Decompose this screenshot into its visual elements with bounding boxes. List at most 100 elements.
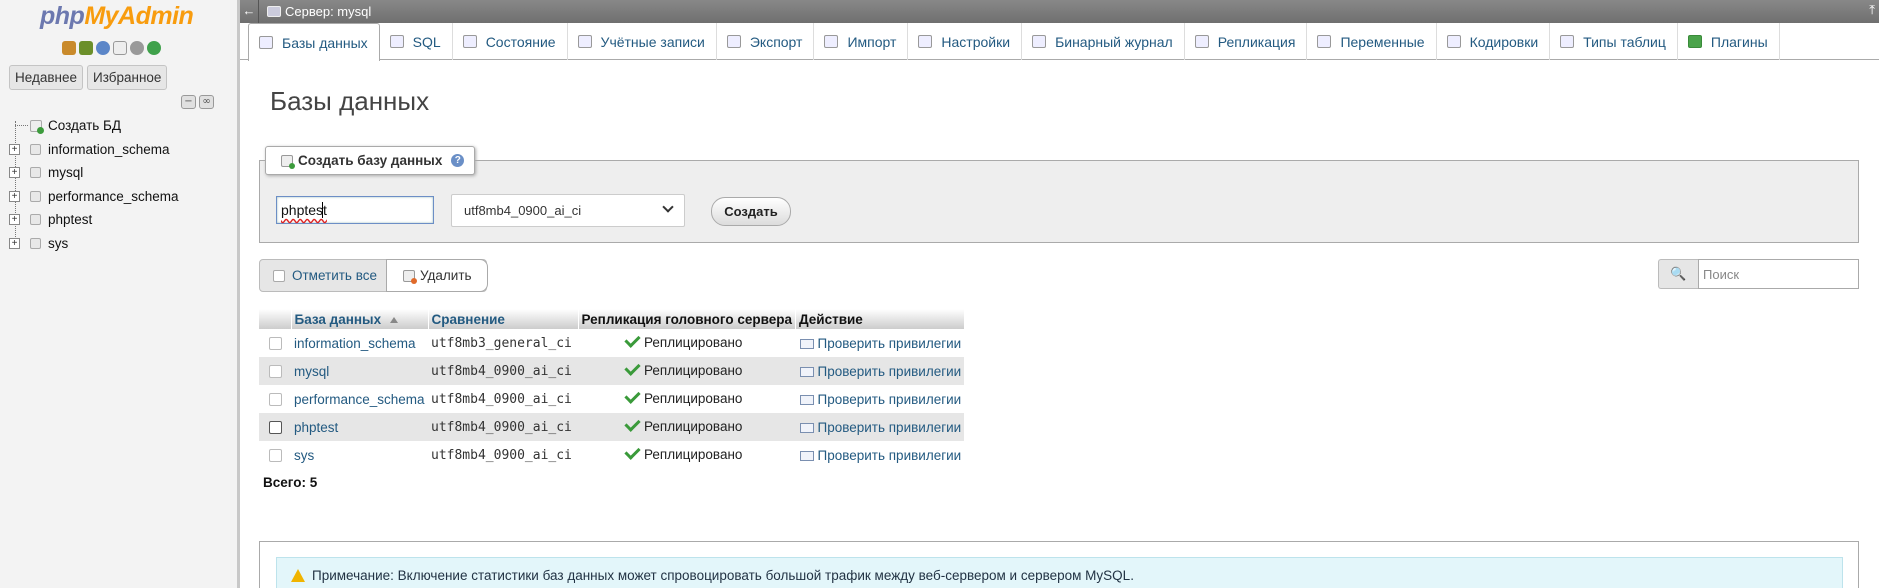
- settings-icon[interactable]: [130, 41, 144, 55]
- tab-export[interactable]: Экспорт: [717, 23, 815, 60]
- select-all-checkbox[interactable]: [273, 269, 285, 282]
- database-link[interactable]: phptest: [291, 413, 428, 441]
- collation-value: utf8mb4_0900_ai_ci: [464, 203, 582, 218]
- tab-label: Импорт: [847, 33, 897, 50]
- tab-import[interactable]: Импорт: [814, 23, 909, 60]
- row-checkbox[interactable]: [268, 337, 282, 351]
- phpmyadmin-logo[interactable]: phpMyAdmin: [40, 2, 194, 31]
- header-database[interactable]: База данных: [291, 309, 429, 329]
- back-arrow-icon[interactable]: ←: [240, 0, 259, 23]
- expand-icon[interactable]: +: [9, 143, 20, 155]
- tab-user-accounts[interactable]: Учётные записи: [568, 23, 717, 60]
- checkmark-icon: [624, 387, 641, 404]
- main-content: Базы данных Создать базу данных ? phptes…: [240, 61, 1879, 588]
- expand-icon[interactable]: +: [9, 237, 20, 249]
- tree-item-mysql[interactable]: + mysql: [0, 161, 236, 185]
- row-checkbox[interactable]: [268, 421, 282, 435]
- database-icon: [30, 167, 41, 179]
- variables-icon: [1317, 35, 1332, 48]
- tree-item-label[interactable]: mysql: [48, 165, 83, 180]
- checkmark-icon: [624, 331, 641, 348]
- delete-button[interactable]: Удалить: [386, 259, 488, 292]
- help-icon[interactable]: ?: [451, 154, 465, 167]
- statistics-notice: Примечание: Включение статистики баз дан…: [276, 557, 1843, 588]
- check-privileges-link[interactable]: Проверить привилегии: [795, 329, 965, 357]
- docs-icon[interactable]: [113, 41, 127, 55]
- privileges-icon: [800, 422, 815, 433]
- recent-button[interactable]: Недавнее: [9, 65, 83, 90]
- tab-replication[interactable]: Репликация: [1185, 23, 1308, 60]
- row-checkbox[interactable]: [268, 365, 282, 379]
- breadcrumb-server[interactable]: Сервер: mysql: [285, 4, 371, 19]
- row-checkbox-cell: [259, 357, 291, 385]
- database-link[interactable]: mysql: [291, 357, 428, 385]
- tab-settings[interactable]: Настройки: [908, 23, 1023, 60]
- table-row: mysql utf8mb4_0900_ai_ci Реплицировано П…: [259, 357, 965, 385]
- home-icon[interactable]: [62, 41, 76, 55]
- table-row: performance_schema utf8mb4_0900_ai_ci Ре…: [259, 385, 965, 413]
- tree-item-label[interactable]: phptest: [48, 212, 92, 227]
- new-database-icon: [30, 119, 44, 134]
- warning-icon: [291, 569, 305, 582]
- collation-select[interactable]: utf8mb4_0900_ai_ci: [451, 194, 685, 227]
- tree-item-sys[interactable]: + sys: [0, 232, 236, 256]
- collation-cell: utf8mb4_0900_ai_ci: [428, 385, 578, 413]
- tree-item-performance-schema[interactable]: + performance_schema: [0, 185, 236, 209]
- header-checkbox-column: [259, 309, 292, 329]
- tree-item-label[interactable]: information_schema: [48, 142, 170, 157]
- chevron-down-icon: [662, 201, 674, 213]
- database-link[interactable]: performance_schema: [291, 385, 428, 413]
- create-button[interactable]: Создать: [711, 197, 791, 226]
- tab-engines[interactable]: Типы таблиц: [1550, 23, 1678, 60]
- tab-databases[interactable]: Базы данных: [248, 23, 380, 61]
- tab-variables[interactable]: Переменные: [1307, 23, 1437, 60]
- header-label: База данных: [294, 311, 382, 327]
- search-icon[interactable]: 🔍: [1658, 259, 1698, 289]
- tab-plugins[interactable]: Плагины: [1678, 23, 1780, 60]
- tab-label: Учётные записи: [600, 33, 705, 50]
- favorites-button[interactable]: Избранное: [87, 65, 168, 90]
- expand-icon[interactable]: +: [9, 190, 20, 202]
- logout-icon[interactable]: [79, 41, 93, 55]
- check-privileges-link[interactable]: Проверить привилегии: [795, 385, 965, 413]
- database-link[interactable]: sys: [291, 441, 428, 469]
- replication-status: Реплицировано: [644, 391, 743, 407]
- collapse-top-icon[interactable]: ⤒: [1869, 2, 1875, 18]
- check-privileges-link[interactable]: Проверить привилегии: [795, 441, 965, 469]
- header-collation[interactable]: Сравнение: [428, 309, 579, 329]
- database-icon: [30, 143, 41, 155]
- expand-icon[interactable]: +: [9, 214, 20, 226]
- check-privileges-link[interactable]: Проверить привилегии: [795, 413, 965, 441]
- database-link[interactable]: information_schema: [291, 329, 428, 357]
- collapse-all-icon[interactable]: −: [181, 95, 196, 109]
- link-with-main-icon[interactable]: ∞: [199, 95, 214, 109]
- tree-item-information-schema[interactable]: + information_schema: [0, 138, 236, 162]
- checkmark-icon: [624, 443, 641, 460]
- expand-icon[interactable]: +: [9, 167, 20, 179]
- check-privileges-link[interactable]: Проверить привилегии: [795, 357, 965, 385]
- tree-item-create-db[interactable]: Создать БД: [0, 114, 236, 138]
- database-name-input[interactable]: phptest: [276, 196, 434, 224]
- search-input[interactable]: Поиск: [1698, 259, 1859, 289]
- tab-binary-log[interactable]: Бинарный журнал: [1022, 23, 1185, 60]
- database-icon: [30, 214, 41, 226]
- row-checkbox[interactable]: [268, 449, 282, 463]
- databases-table: База данных Сравнение Репликация головно…: [259, 309, 965, 469]
- tab-status[interactable]: Состояние: [453, 23, 568, 60]
- tab-label: Базы данных: [282, 34, 368, 51]
- tree-item-phptest[interactable]: + phptest: [0, 208, 236, 232]
- tree-item-label[interactable]: performance_schema: [48, 189, 179, 204]
- row-checkbox[interactable]: [268, 393, 282, 407]
- tab-charsets[interactable]: Кодировки: [1437, 23, 1551, 60]
- tab-sql[interactable]: SQL: [380, 23, 453, 60]
- reload-icon[interactable]: [147, 41, 161, 55]
- tree-item-label[interactable]: Создать БД: [48, 118, 121, 133]
- nav-icon-bar: [62, 41, 161, 55]
- charset-icon: [1446, 35, 1461, 48]
- delete-label: Удалить: [420, 268, 472, 283]
- help-icon[interactable]: [96, 41, 110, 55]
- legend-label: Создать базу данных: [298, 153, 443, 168]
- status-icon: [462, 35, 477, 48]
- select-all-label[interactable]: Отметить все: [292, 268, 377, 283]
- tree-item-label[interactable]: sys: [48, 236, 68, 251]
